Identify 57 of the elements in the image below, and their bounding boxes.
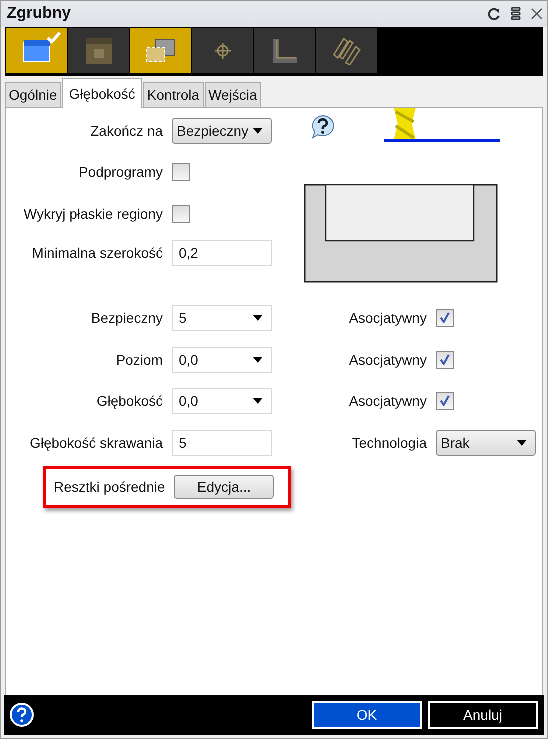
- checkbox[interactable]: [436, 350, 454, 368]
- dropdown-arrow-icon: [517, 440, 527, 446]
- help-icon[interactable]: [310, 114, 336, 140]
- field-label: Asocjatywny: [348, 352, 427, 368]
- field-label: Asocjatywny: [348, 393, 427, 409]
- checkbox[interactable]: [172, 163, 190, 181]
- tab[interactable]: Wejścia: [204, 82, 262, 107]
- window-title: Zgrubny: [7, 5, 72, 23]
- tab[interactable]: Głębokość: [62, 78, 142, 108]
- dropdown-arrow-icon: [253, 398, 263, 404]
- toolbar-button[interactable]: [254, 28, 315, 73]
- combo-box[interactable]: 0,0: [172, 346, 272, 372]
- profile-icon: [272, 38, 298, 64]
- checkbox[interactable]: [436, 309, 454, 327]
- field-label: Głębokość skrawania: [28, 435, 163, 451]
- check-icon: [439, 354, 451, 366]
- edit-button[interactable]: Edycja...: [174, 475, 274, 499]
- field-label: Minimalna szerokość: [31, 245, 163, 261]
- dialog-button[interactable]: Anuluj: [428, 701, 538, 729]
- toolbar-button[interactable]: [316, 28, 377, 73]
- field-label: Głębokość: [96, 393, 163, 409]
- input-field[interactable]: 0,2: [172, 240, 272, 266]
- toolbar-button[interactable]: [68, 28, 129, 73]
- input-field[interactable]: 5: [172, 430, 272, 456]
- refresh-icon[interactable]: [487, 7, 501, 21]
- tab[interactable]: Kontrola: [143, 82, 204, 107]
- tab[interactable]: Ogólnie: [5, 82, 62, 107]
- field-label: Wykryj płaskie regiony: [22, 206, 163, 222]
- field-label: Resztki pośrednie: [54, 479, 166, 495]
- field-label: Zakończ na: [90, 122, 163, 138]
- dropdown-arrow-icon: [253, 356, 263, 362]
- dropdown-arrow-icon: [253, 315, 263, 321]
- toolbar-button[interactable]: [192, 28, 253, 73]
- menu-icon[interactable]: [511, 7, 521, 21]
- help-icon[interactable]: [10, 703, 34, 727]
- checkbox[interactable]: [172, 205, 190, 223]
- field-label: Asocjatywny: [348, 310, 427, 326]
- field-label: Technologia: [351, 435, 427, 451]
- dropdown[interactable]: Brak: [436, 430, 536, 456]
- field-label: Podprogramy: [78, 164, 163, 180]
- box-icon: [22, 38, 50, 62]
- dialog-button[interactable]: OK: [312, 701, 422, 729]
- combo-box[interactable]: 0,0: [172, 388, 272, 414]
- combo-box[interactable]: 5: [172, 305, 272, 331]
- dropdown-arrow-icon: [253, 128, 263, 134]
- check-icon: [439, 395, 451, 407]
- check-icon: [439, 312, 451, 324]
- crosshair-icon: [214, 42, 230, 58]
- field-label: Bezpieczny: [90, 310, 163, 326]
- boundary-icon: [146, 38, 176, 62]
- dropdown[interactable]: Bezpieczny: [172, 118, 272, 144]
- toolbar-button[interactable]: [6, 28, 67, 73]
- box-icon: [84, 36, 112, 64]
- close-icon[interactable]: [531, 8, 543, 20]
- checkbox[interactable]: [436, 392, 454, 410]
- field-label: Poziom: [115, 352, 163, 368]
- zigzag-icon: [332, 36, 362, 64]
